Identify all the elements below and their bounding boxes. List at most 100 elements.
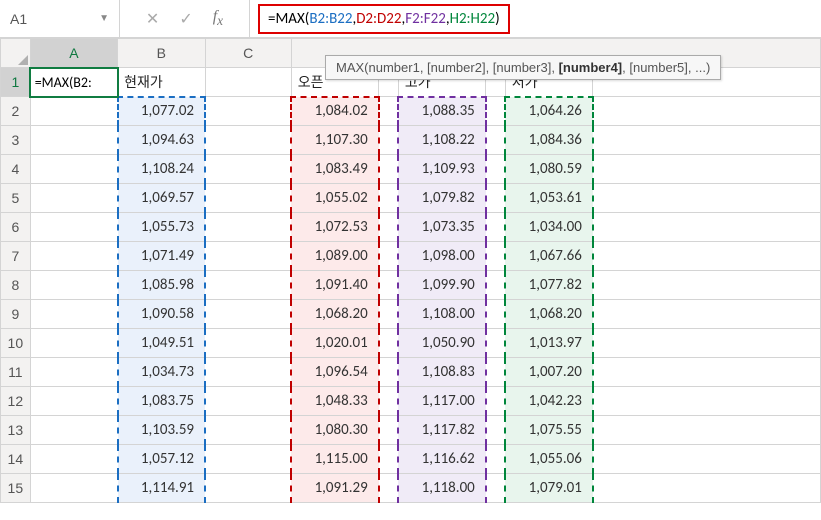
- tooltip-arg2[interactable]: , [number2]: [420, 60, 486, 75]
- cell-B10[interactable]: 1,049.51: [118, 329, 205, 358]
- cell-D6[interactable]: 1,072.53: [291, 213, 378, 242]
- formula-bar: A1 ▼ ✕ ✓ fx =MAX( B2:B22, D2:D22, F2:F22…: [0, 0, 821, 38]
- row-header-11[interactable]: 11: [1, 358, 31, 387]
- cell-D4[interactable]: 1,083.49: [291, 155, 378, 184]
- cell-H2[interactable]: 1,064.26: [505, 97, 592, 126]
- formula-input[interactable]: =MAX( B2:B22, D2:D22, F2:F22, H2:H22 ): [258, 4, 510, 34]
- cell-A1-active[interactable]: =MAX(B2:: [30, 68, 117, 97]
- cell-D14[interactable]: 1,115.00: [291, 445, 378, 474]
- cell-C1[interactable]: [205, 68, 291, 97]
- cell-E2[interactable]: [379, 97, 399, 126]
- cell-D7[interactable]: 1,089.00: [291, 242, 378, 271]
- cell-D8[interactable]: 1,091.40: [291, 271, 378, 300]
- formula-bar-buttons: ✕ ✓ fx: [120, 0, 250, 37]
- cell-B15[interactable]: 1,114.91: [118, 474, 205, 503]
- cell-D15[interactable]: 1,091.29: [291, 474, 378, 503]
- cell-F5[interactable]: 1,079.82: [398, 184, 485, 213]
- cell-B8[interactable]: 1,085.98: [118, 271, 205, 300]
- cell-A2[interactable]: [30, 97, 117, 126]
- cell-F9[interactable]: 1,108.00: [398, 300, 485, 329]
- cell-H11[interactable]: 1,007.20: [505, 358, 592, 387]
- cell-H5[interactable]: 1,053.61: [505, 184, 592, 213]
- tooltip-arg1[interactable]: number1: [369, 60, 420, 75]
- row-header-9[interactable]: 9: [1, 300, 31, 329]
- cell-B12[interactable]: 1,083.75: [118, 387, 205, 416]
- cell-D9[interactable]: 1,068.20: [291, 300, 378, 329]
- row-header-13[interactable]: 13: [1, 416, 31, 445]
- col-header-A[interactable]: A: [30, 39, 117, 68]
- cell-F7[interactable]: 1,098.00: [398, 242, 485, 271]
- grid-table[interactable]: A B C 1 =MAX(B2: 현재가 오픈 고가 저가 2 1,077.02…: [0, 38, 821, 503]
- cell-F10[interactable]: 1,050.90: [398, 329, 485, 358]
- cell-H9[interactable]: 1,068.20: [505, 300, 592, 329]
- cell-rest-2[interactable]: [593, 97, 821, 126]
- cell-B5[interactable]: 1,069.57: [118, 184, 205, 213]
- row-header-6[interactable]: 6: [1, 213, 31, 242]
- cell-B4[interactable]: 1,108.24: [118, 155, 205, 184]
- col-header-B[interactable]: B: [118, 39, 205, 68]
- cell-H13[interactable]: 1,075.55: [505, 416, 592, 445]
- tooltip-arg3[interactable]: , [number3],: [486, 60, 559, 75]
- cell-C2[interactable]: [205, 97, 291, 126]
- row-header-4[interactable]: 4: [1, 155, 31, 184]
- cell-B14[interactable]: 1,057.12: [118, 445, 205, 474]
- cell-F15[interactable]: 1,118.00: [398, 474, 485, 503]
- cell-F6[interactable]: 1,073.35: [398, 213, 485, 242]
- cell-F12[interactable]: 1,117.00: [398, 387, 485, 416]
- row-header-12[interactable]: 12: [1, 387, 31, 416]
- cell-B13[interactable]: 1,103.59: [118, 416, 205, 445]
- cell-H3[interactable]: 1,084.36: [505, 126, 592, 155]
- cell-D12[interactable]: 1,048.33: [291, 387, 378, 416]
- row-header-14[interactable]: 14: [1, 445, 31, 474]
- cell-B11[interactable]: 1,034.73: [118, 358, 205, 387]
- cell-F14[interactable]: 1,116.62: [398, 445, 485, 474]
- cell-F11[interactable]: 1,108.83: [398, 358, 485, 387]
- enter-icon[interactable]: ✓: [179, 9, 192, 29]
- cell-H15[interactable]: 1,079.01: [505, 474, 592, 503]
- fx-icon[interactable]: fx: [213, 8, 223, 29]
- cell-B3[interactable]: 1,094.63: [118, 126, 205, 155]
- cell-H12[interactable]: 1,042.23: [505, 387, 592, 416]
- chevron-down-icon[interactable]: ▼: [99, 13, 109, 24]
- cancel-icon[interactable]: ✕: [146, 9, 159, 29]
- select-all-corner[interactable]: [1, 39, 31, 68]
- cell-F4[interactable]: 1,109.93: [398, 155, 485, 184]
- row-header-15[interactable]: 15: [1, 474, 31, 503]
- row-header-7[interactable]: 7: [1, 242, 31, 271]
- tooltip-arg4[interactable]: [number4]: [559, 60, 623, 75]
- cell-G2[interactable]: [486, 97, 506, 126]
- cell-B9[interactable]: 1,090.58: [118, 300, 205, 329]
- cell-B6[interactable]: 1,055.73: [118, 213, 205, 242]
- cell-H4[interactable]: 1,080.59: [505, 155, 592, 184]
- spreadsheet-grid: A B C 1 =MAX(B2: 현재가 오픈 고가 저가 2 1,077.02…: [0, 38, 821, 503]
- cell-H8[interactable]: 1,077.82: [505, 271, 592, 300]
- cell-F13[interactable]: 1,117.82: [398, 416, 485, 445]
- cell-D11[interactable]: 1,096.54: [291, 358, 378, 387]
- name-box[interactable]: A1 ▼: [0, 0, 120, 37]
- cell-H14[interactable]: 1,055.06: [505, 445, 592, 474]
- row-header-10[interactable]: 10: [1, 329, 31, 358]
- cell-B2[interactable]: 1,077.02: [118, 97, 205, 126]
- cell-H6[interactable]: 1,034.00: [505, 213, 592, 242]
- header-b[interactable]: 현재가: [118, 68, 205, 97]
- cell-D2[interactable]: 1,084.02: [291, 97, 378, 126]
- cell-H7[interactable]: 1,067.66: [505, 242, 592, 271]
- cell-H10[interactable]: 1,013.97: [505, 329, 592, 358]
- row-header-8[interactable]: 8: [1, 271, 31, 300]
- cell-D13[interactable]: 1,080.30: [291, 416, 378, 445]
- cell-F3[interactable]: 1,108.22: [398, 126, 485, 155]
- cell-D5[interactable]: 1,055.02: [291, 184, 378, 213]
- row-header-5[interactable]: 5: [1, 184, 31, 213]
- col-header-C[interactable]: C: [205, 39, 291, 68]
- cell-D3[interactable]: 1,107.30: [291, 126, 378, 155]
- cell-F2[interactable]: 1,088.35: [398, 97, 485, 126]
- row-header-1[interactable]: 1: [1, 68, 31, 97]
- cell-D10[interactable]: 1,020.01: [291, 329, 378, 358]
- row-15: 15 1,114.91 1,091.29 1,118.00 1,079.01: [1, 474, 821, 503]
- cell-B7[interactable]: 1,071.49: [118, 242, 205, 271]
- row-10: 10 1,049.51 1,020.01 1,050.90 1,013.97: [1, 329, 821, 358]
- tooltip-arg5[interactable]: , [number5], ...): [622, 60, 710, 75]
- row-header-3[interactable]: 3: [1, 126, 31, 155]
- cell-F8[interactable]: 1,099.90: [398, 271, 485, 300]
- row-header-2[interactable]: 2: [1, 97, 31, 126]
